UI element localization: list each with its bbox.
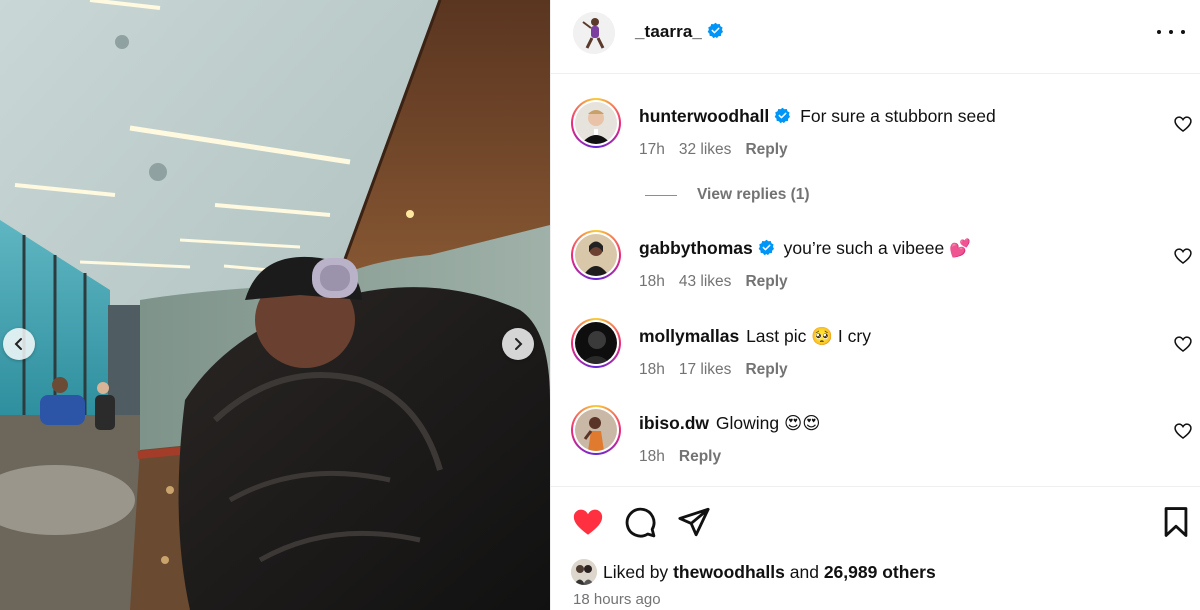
- reply-button[interactable]: Reply: [745, 141, 787, 158]
- comment-age[interactable]: 18h: [639, 361, 665, 378]
- reply-button[interactable]: Reply: [679, 448, 721, 465]
- post-side-panel: _taarra_ hunterwoodhall For sure a stubb…: [550, 0, 1200, 610]
- view-replies-dash: [645, 194, 677, 196]
- comment-age[interactable]: 18h: [639, 448, 665, 465]
- comment-text-line: hunterwoodhall For sure a stubborn seed: [639, 106, 996, 127]
- comment-body: For sure a stubborn seed: [800, 106, 996, 126]
- bookmark-icon[interactable]: [1159, 505, 1193, 539]
- comment-body: Glowing 😍😍: [715, 413, 821, 433]
- comment-username[interactable]: gabbythomas: [639, 238, 753, 258]
- chevron-right-icon: [515, 338, 523, 350]
- comment-text-line: gabbythomas you’re such a vibeee 💕: [639, 238, 971, 259]
- liked-by-summary: Liked by thewoodhalls and 26,989 others: [571, 559, 936, 585]
- comment-meta: 18h 17 likes Reply: [639, 361, 802, 379]
- more-options-button[interactable]: [1157, 22, 1185, 42]
- post-modal: _taarra_ hunterwoodhall For sure a stubb…: [0, 0, 1200, 610]
- comment-likes[interactable]: 32 likes: [679, 141, 732, 158]
- liked-by-and: and: [789, 561, 819, 582]
- comment-meta: 18h 43 likes Reply: [639, 273, 802, 291]
- comment-username[interactable]: hunterwoodhall: [639, 106, 769, 126]
- liked-by-prefix: Liked by: [603, 561, 669, 582]
- commenter-avatar[interactable]: [571, 98, 621, 148]
- reply-button[interactable]: Reply: [745, 361, 787, 378]
- comment-username[interactable]: ibiso.dw: [639, 413, 709, 433]
- view-replies-label: View replies (1): [697, 186, 810, 203]
- comment-text-line: mollymallas Last pic 🥺 I cry: [639, 326, 871, 347]
- commenter-avatar[interactable]: [571, 318, 621, 368]
- verified-badge-icon: [774, 107, 791, 124]
- comment-likes[interactable]: 17 likes: [679, 361, 732, 378]
- post-header: _taarra_: [551, 0, 1200, 74]
- verified-badge-icon: [707, 22, 723, 39]
- commenter-avatar[interactable]: [571, 405, 621, 455]
- chevron-left-icon: [14, 338, 22, 350]
- more-options-dot: [1169, 30, 1173, 34]
- reply-button[interactable]: Reply: [745, 273, 787, 290]
- share-icon[interactable]: [677, 505, 711, 539]
- heart-outline-icon[interactable]: [1173, 246, 1193, 266]
- more-options-icon: [1157, 30, 1161, 34]
- comment-age[interactable]: 17h: [639, 141, 665, 158]
- comment-body: Last pic 🥺 I cry: [746, 326, 871, 346]
- more-options-dot: [1181, 30, 1185, 34]
- comment-body: you’re such a vibeee 💕: [783, 238, 971, 258]
- view-replies-button[interactable]: View replies (1): [645, 186, 810, 204]
- heart-outline-icon[interactable]: [1173, 114, 1193, 134]
- verified-badge-icon: [758, 239, 774, 256]
- liked-by-others[interactable]: 26,989 others: [824, 562, 936, 583]
- comment-text-line: ibiso.dw Glowing 😍😍: [639, 413, 820, 434]
- comment-meta: 17h 32 likes Reply: [639, 141, 802, 159]
- commenter-avatar[interactable]: [571, 230, 621, 280]
- carousel-prev-button[interactable]: [3, 328, 35, 360]
- author-username-text: _taarra_: [635, 22, 702, 41]
- author-username[interactable]: _taarra_: [635, 22, 724, 42]
- heart-outline-icon[interactable]: [1173, 334, 1193, 354]
- comment-icon[interactable]: [623, 505, 657, 539]
- comment-age[interactable]: 18h: [639, 273, 665, 290]
- comment-username[interactable]: mollymallas: [639, 326, 739, 346]
- heart-outline-icon[interactable]: [1173, 421, 1193, 441]
- liked-by-user[interactable]: thewoodhalls: [673, 562, 785, 583]
- post-actions-bar: Liked by thewoodhalls and 26,989 others …: [551, 486, 1200, 610]
- author-avatar[interactable]: [573, 12, 615, 54]
- post-timestamp[interactable]: 18 hours ago: [573, 591, 661, 608]
- carousel-next-button[interactable]: [502, 328, 534, 360]
- heart-filled-icon[interactable]: [571, 505, 605, 539]
- liker-avatar[interactable]: [571, 559, 597, 585]
- post-photo[interactable]: [0, 0, 550, 610]
- comment-likes[interactable]: 43 likes: [679, 273, 732, 290]
- photo-scene: [0, 0, 550, 610]
- comment-meta: 18h Reply: [639, 448, 735, 466]
